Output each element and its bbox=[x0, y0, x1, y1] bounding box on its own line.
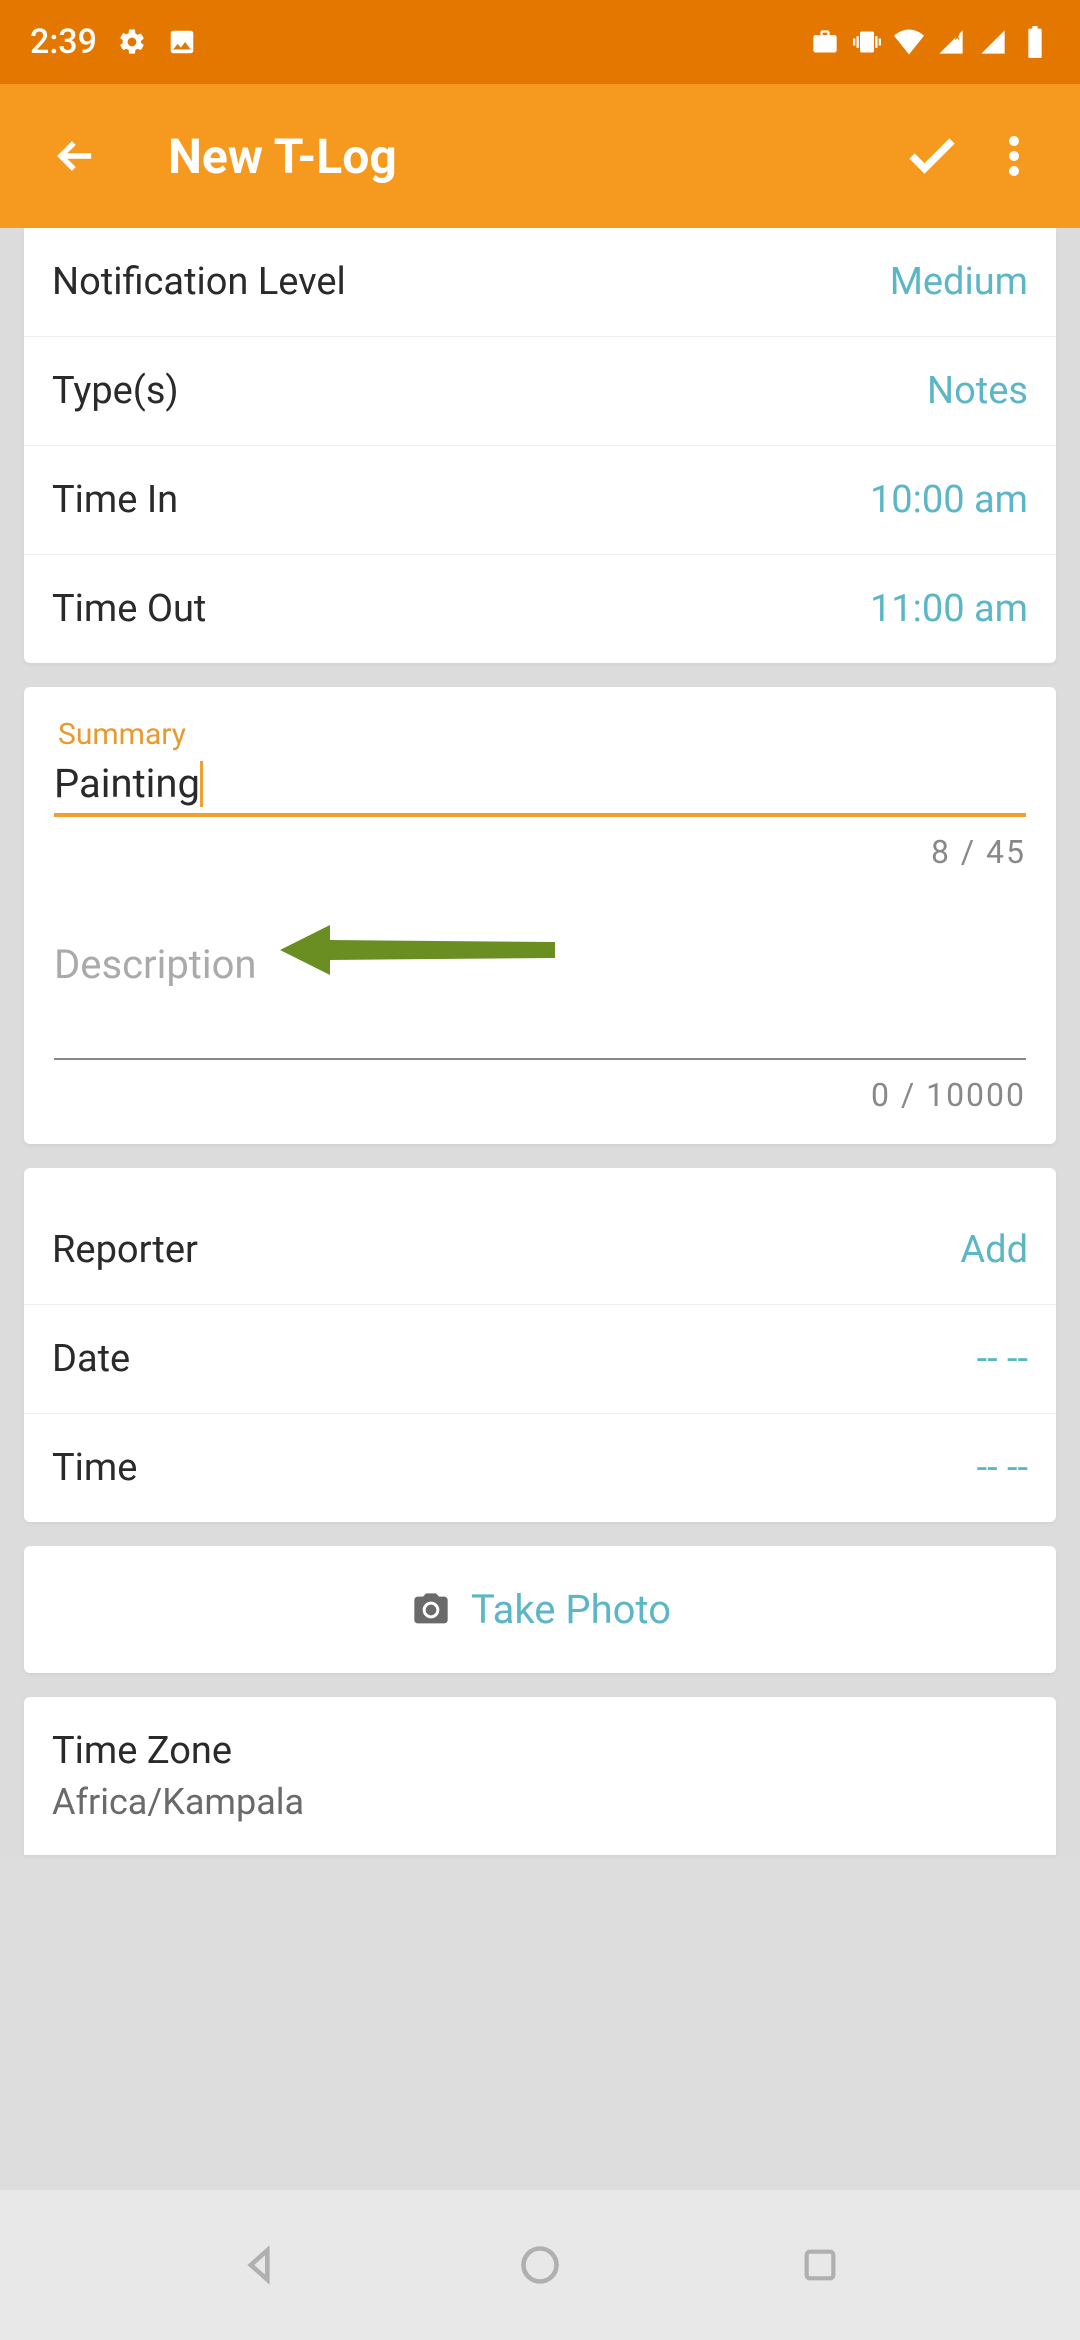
app-bar: New T-Log bbox=[0, 84, 1080, 228]
time-out-label: Time Out bbox=[52, 587, 206, 631]
summary-input-wrap[interactable]: Painting bbox=[54, 760, 1026, 817]
date-label: Date bbox=[52, 1337, 130, 1381]
timezone-value: Africa/Kampala bbox=[52, 1781, 1028, 1823]
row-time-in[interactable]: Time In 10:00 am bbox=[24, 446, 1056, 555]
text-cursor-icon bbox=[200, 761, 203, 807]
wifi-icon bbox=[894, 27, 924, 57]
page-title: New T-Log bbox=[168, 128, 886, 185]
back-button[interactable] bbox=[40, 120, 112, 192]
signal-icon: x bbox=[936, 27, 966, 57]
time-label: Time bbox=[52, 1446, 137, 1490]
status-time: 2:39 bbox=[30, 22, 97, 62]
types-label: Type(s) bbox=[52, 369, 179, 413]
reporter-value: Add bbox=[960, 1228, 1028, 1272]
card-summary-description: Summary Painting 8 / 45 Description 0 / … bbox=[24, 687, 1056, 1144]
row-time[interactable]: Time -- -- bbox=[24, 1414, 1056, 1522]
notification-level-value: Medium bbox=[890, 260, 1028, 304]
nav-back-button[interactable] bbox=[230, 2235, 290, 2295]
card-reporter-date-time: Reporter Add Date -- -- Time -- -- bbox=[24, 1168, 1056, 1522]
image-icon bbox=[167, 27, 197, 57]
summary-field[interactable]: Summary Painting 8 / 45 bbox=[24, 687, 1056, 881]
card-timezone[interactable]: Time Zone Africa/Kampala bbox=[24, 1697, 1056, 1855]
date-value: -- -- bbox=[977, 1337, 1028, 1381]
status-bar-right: x bbox=[810, 27, 1050, 57]
nav-recent-button[interactable] bbox=[790, 2235, 850, 2295]
summary-label: Summary bbox=[58, 717, 1026, 752]
confirm-button[interactable] bbox=[896, 120, 968, 192]
time-in-value: 10:00 am bbox=[870, 478, 1028, 522]
content-area: Notification Level Medium Type(s) Notes … bbox=[0, 228, 1080, 1855]
row-date[interactable]: Date -- -- bbox=[24, 1305, 1056, 1414]
row-notification-level[interactable]: Notification Level Medium bbox=[24, 228, 1056, 337]
system-nav-bar bbox=[0, 2190, 1080, 2340]
svg-text:x: x bbox=[955, 30, 961, 43]
description-counter: 0 / 10000 bbox=[54, 1076, 1026, 1114]
briefcase-icon bbox=[810, 27, 840, 57]
time-value: -- -- bbox=[977, 1446, 1028, 1490]
annotation-arrow-icon bbox=[280, 920, 560, 980]
status-bar-left: 2:39 bbox=[30, 22, 197, 62]
summary-input[interactable]: Painting bbox=[54, 760, 200, 807]
notification-level-label: Notification Level bbox=[52, 260, 346, 304]
vibrate-icon bbox=[852, 27, 882, 57]
reporter-label: Reporter bbox=[52, 1228, 198, 1272]
timezone-label: Time Zone bbox=[52, 1729, 1028, 1773]
status-bar: 2:39 x bbox=[0, 0, 1080, 84]
summary-counter: 8 / 45 bbox=[54, 833, 1026, 871]
row-reporter[interactable]: Reporter Add bbox=[24, 1168, 1056, 1305]
more-menu-button[interactable] bbox=[978, 120, 1050, 192]
types-value: Notes bbox=[927, 369, 1028, 413]
gear-icon bbox=[117, 27, 147, 57]
row-types[interactable]: Type(s) Notes bbox=[24, 337, 1056, 446]
camera-icon bbox=[409, 1590, 453, 1630]
card-basic-fields: Notification Level Medium Type(s) Notes … bbox=[24, 228, 1056, 663]
time-in-label: Time In bbox=[52, 478, 178, 522]
time-out-value: 11:00 am bbox=[870, 587, 1028, 631]
take-photo-label: Take Photo bbox=[471, 1586, 671, 1633]
description-underline bbox=[54, 1058, 1026, 1060]
signal2-icon bbox=[978, 27, 1008, 57]
row-time-out[interactable]: Time Out 11:00 am bbox=[24, 555, 1056, 663]
nav-home-button[interactable] bbox=[510, 2235, 570, 2295]
take-photo-button[interactable]: Take Photo bbox=[24, 1546, 1056, 1673]
battery-icon bbox=[1020, 27, 1050, 57]
